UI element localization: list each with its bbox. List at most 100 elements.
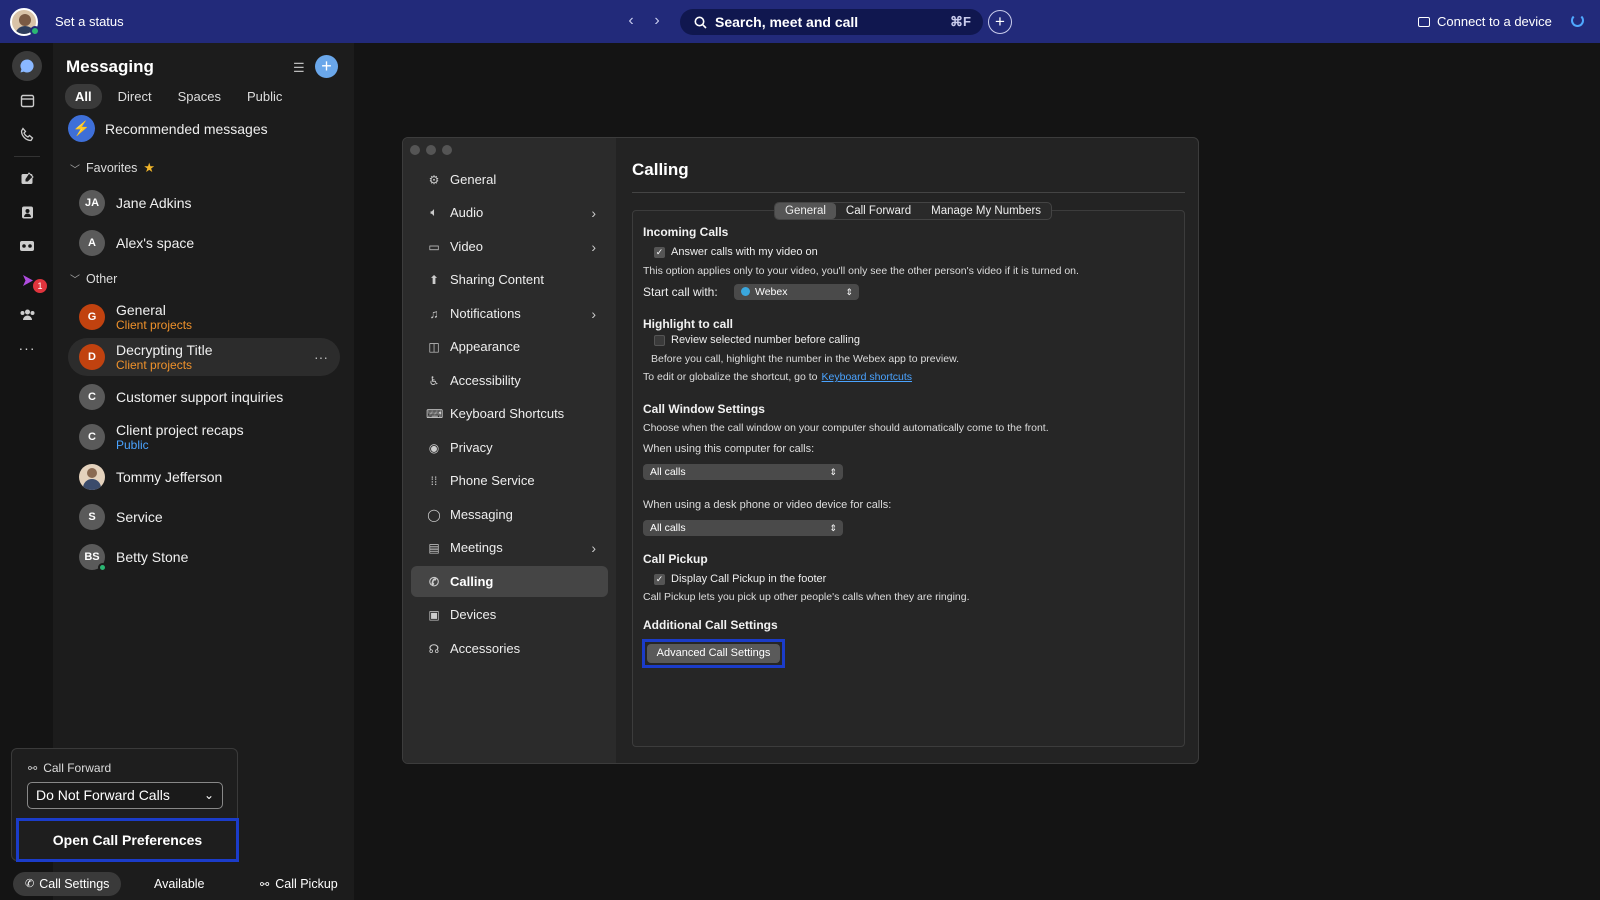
- tab-public[interactable]: Public: [237, 84, 292, 109]
- edit-shortcut-note: To edit or globalize the shortcut, go to…: [643, 371, 912, 383]
- voicemail-icon[interactable]: [12, 231, 42, 261]
- desk-phone-select[interactable]: All calls ⇕: [643, 520, 843, 536]
- avatar: [79, 464, 105, 490]
- gear-icon: ⚙: [428, 172, 440, 187]
- favorites-section[interactable]: ﹀ Favorites ★: [70, 160, 155, 176]
- settings-item-privacy[interactable]: ◉ Privacy: [411, 432, 608, 463]
- connect-device-button[interactable]: Connect to a device: [1418, 14, 1552, 29]
- new-action-button[interactable]: +: [988, 10, 1012, 34]
- settings-item-accessibility[interactable]: ♿︎ Accessibility: [411, 365, 608, 396]
- item-name: General: [116, 302, 166, 318]
- teams-icon[interactable]: [12, 299, 42, 329]
- list-item[interactable]: A Alex's space: [68, 224, 340, 262]
- settings-item-label: Audio: [450, 205, 484, 220]
- page-title: Calling: [632, 160, 689, 179]
- list-item[interactable]: Tommy Jefferson: [68, 458, 340, 496]
- settings-item-sharing-content[interactable]: ⬆ Sharing Content: [411, 264, 608, 295]
- more-icon[interactable]: ···: [12, 333, 42, 363]
- item-subtitle: Client projects: [116, 318, 193, 332]
- top-bar: Set a status ‹ › Search, meet and call ⌘…: [0, 0, 1600, 43]
- new-message-button[interactable]: +: [315, 55, 338, 78]
- item-subtitle: Client projects: [116, 358, 193, 372]
- search-input[interactable]: Search, meet and call ⌘F: [680, 9, 983, 35]
- tab-all[interactable]: All: [65, 84, 102, 109]
- sync-icon[interactable]: [1571, 14, 1584, 27]
- call-pickup-button[interactable]: ⚯ Call Pickup: [260, 877, 338, 891]
- settings-item-label: Phone Service: [450, 473, 535, 488]
- list-item[interactable]: C Client project recaps Public: [68, 418, 340, 456]
- filter-icon[interactable]: ☰: [293, 60, 305, 76]
- settings-item-general[interactable]: ⚙ General: [411, 164, 608, 195]
- list-item[interactable]: C Customer support inquiries: [68, 378, 340, 416]
- calendar-icon[interactable]: [12, 85, 42, 115]
- tab-general[interactable]: General: [775, 203, 836, 219]
- item-name: Jane Adkins: [116, 195, 192, 211]
- webex-apps-icon[interactable]: [12, 265, 42, 295]
- advanced-settings-highlight: Advanced Call Settings: [642, 639, 785, 668]
- settings-item-devices[interactable]: ▣ Devices: [411, 599, 608, 630]
- answer-video-option[interactable]: ✓ Answer calls with my video on: [654, 246, 818, 258]
- recommended-messages[interactable]: ⚡ Recommended messages: [68, 115, 268, 142]
- device-icon: [1418, 16, 1430, 27]
- window-minimize-button[interactable]: [426, 145, 436, 155]
- call-forward-select[interactable]: Do Not Forward Calls ⌄: [27, 782, 223, 809]
- settings-item-notifications[interactable]: ♫ Notifications ›: [411, 298, 608, 329]
- start-call-select[interactable]: Webex ⇕: [734, 284, 859, 300]
- set-status-link[interactable]: Set a status: [55, 14, 124, 29]
- keyboard-shortcuts-link[interactable]: Keyboard shortcuts: [822, 371, 912, 383]
- whiteboard-icon[interactable]: [12, 163, 42, 193]
- forward-arrow-icon[interactable]: ›: [648, 12, 666, 30]
- search-icon: [694, 16, 707, 29]
- list-item[interactable]: BS Betty Stone: [68, 538, 340, 576]
- messaging-tabs: All Direct Spaces Public: [65, 84, 298, 109]
- settings-item-accessories[interactable]: ☊ Accessories: [411, 633, 608, 664]
- settings-item-keyboard-shortcuts[interactable]: ⌨ Keyboard Shortcuts: [411, 398, 608, 429]
- review-number-option[interactable]: Review selected number before calling: [654, 334, 860, 346]
- settings-window: ⚙ General 🔈︎ Audio › ▭ Video › ⬆ Sharing Conte…: [402, 137, 1199, 764]
- list-item[interactable]: D Decrypting Title Client projects ···: [68, 338, 340, 376]
- other-section[interactable]: ﹀ Other: [70, 271, 117, 287]
- settings-item-audio[interactable]: 🔈︎ Audio ›: [411, 197, 608, 228]
- contacts-icon[interactable]: [12, 197, 42, 227]
- checkbox-checked[interactable]: ✓: [654, 246, 665, 258]
- list-item[interactable]: JA Jane Adkins: [68, 184, 340, 222]
- list-item[interactable]: S Service: [68, 498, 340, 536]
- settings-item-label: Messaging: [450, 507, 513, 522]
- phone-icon[interactable]: [12, 119, 42, 149]
- list-item[interactable]: G General Client projects: [68, 298, 340, 336]
- tab-manage-my-numbers[interactable]: Manage My Numbers: [921, 203, 1051, 219]
- desk-phone-label: When using a desk phone or video device …: [643, 499, 892, 511]
- settings-content: Calling General Call Forward Manage My N…: [616, 138, 1198, 763]
- more-options-icon[interactable]: ···: [314, 349, 328, 365]
- call-settings-button[interactable]: ✆ Call Settings: [13, 872, 122, 896]
- messaging-icon[interactable]: [12, 51, 42, 81]
- appearance-icon: ◫: [428, 339, 440, 354]
- display-pickup-option[interactable]: ✓ Display Call Pickup in the footer: [654, 573, 826, 585]
- availability-button[interactable]: Available: [154, 877, 205, 891]
- checkbox-unchecked[interactable]: [654, 334, 665, 346]
- settings-item-meetings[interactable]: ▤ Meetings ›: [411, 532, 608, 563]
- call-settings-label: Call Settings: [39, 877, 110, 891]
- start-call-label: Start call with:: [643, 285, 718, 299]
- settings-item-appearance[interactable]: ◫ Appearance: [411, 331, 608, 362]
- checkbox-checked[interactable]: ✓: [654, 573, 665, 585]
- settings-item-messaging[interactable]: ◯ Messaging: [411, 499, 608, 530]
- speaker-icon: 🔈︎: [430, 205, 438, 219]
- computer-calls-label: When using this computer for calls:: [643, 443, 815, 455]
- tab-spaces[interactable]: Spaces: [168, 84, 231, 109]
- settings-item-calling[interactable]: ✆ Calling: [411, 566, 608, 597]
- keyboard-icon: ⌨: [426, 406, 444, 421]
- tab-direct[interactable]: Direct: [108, 84, 162, 109]
- back-arrow-icon[interactable]: ‹: [622, 12, 640, 30]
- updown-icon: ⇕: [829, 467, 837, 477]
- online-status-icon: [98, 563, 107, 572]
- open-call-preferences-button[interactable]: Open Call Preferences: [16, 818, 239, 862]
- call-forward-value: Do Not Forward Calls: [36, 787, 170, 803]
- tab-call-forward[interactable]: Call Forward: [836, 203, 921, 219]
- window-zoom-button[interactable]: [442, 145, 452, 155]
- advanced-call-settings-button[interactable]: Advanced Call Settings: [647, 644, 780, 663]
- settings-item-phone-service[interactable]: ⁞⁞ Phone Service: [411, 465, 608, 496]
- window-close-button[interactable]: [410, 145, 420, 155]
- settings-item-video[interactable]: ▭ Video ›: [411, 231, 608, 262]
- computer-calls-select[interactable]: All calls ⇕: [643, 464, 843, 480]
